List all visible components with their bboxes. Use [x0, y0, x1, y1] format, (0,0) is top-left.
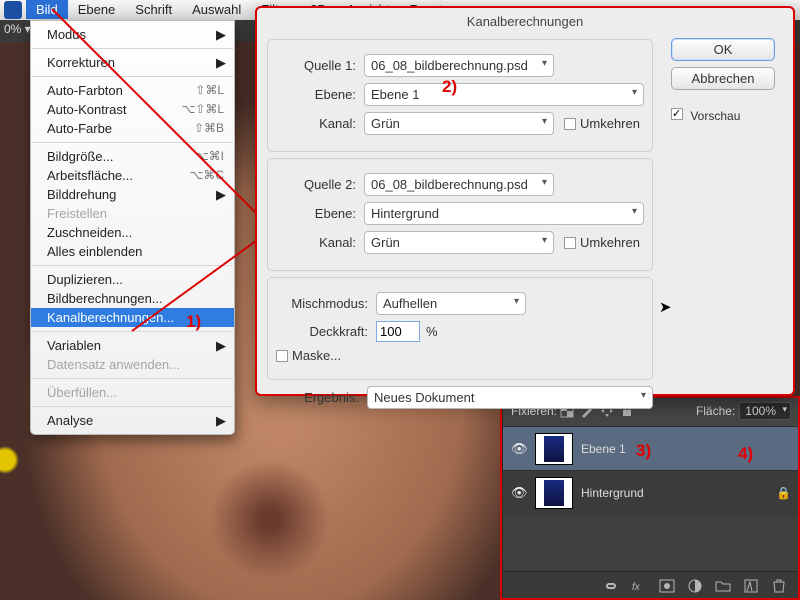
menu-item[interactable]: Bilddrehung▶ — [31, 185, 234, 204]
menu-auswahl[interactable]: Auswahl — [182, 0, 251, 19]
source2-file-select[interactable]: 06_08_bildberechnung.psd — [364, 173, 554, 196]
menu-item: Überfüllen... — [31, 383, 234, 402]
app-icon — [4, 1, 22, 19]
bild-dropdown: Modus▶Korrekturen▶Auto-Farbton⇧⌘LAuto-Ko… — [30, 20, 235, 435]
lock-icon: 🔒 — [776, 486, 791, 500]
source1-panel: Quelle 1: 06_08_bildberechnung.psd Ebene… — [267, 39, 653, 152]
visibility-icon[interactable]: 👁 — [511, 441, 527, 457]
source2-layer-label: Ebene: — [276, 206, 356, 221]
mask-icon[interactable] — [658, 577, 676, 595]
cursor-icon: ➤ — [659, 298, 672, 316]
source1-label: Quelle 1: — [276, 58, 356, 73]
mask-label: Maske... — [292, 348, 341, 363]
source2-invert-checkbox[interactable] — [564, 237, 576, 249]
fill-select[interactable]: 100% — [739, 402, 791, 420]
dialog-buttons: OK Abbrechen Vorschau — [663, 38, 783, 123]
result-label: Ergebnis: — [267, 390, 359, 405]
cancel-button[interactable]: Abbrechen — [671, 67, 775, 90]
source1-invert-label: Umkehren — [580, 116, 640, 131]
menu-item: Datensatz anwenden... — [31, 355, 234, 374]
menu-item[interactable]: Arbeitsfläche...⌥⌘C — [31, 166, 234, 185]
blend-mode-select[interactable]: Aufhellen — [376, 292, 526, 315]
source1-file-select[interactable]: 06_08_bildberechnung.psd — [364, 54, 554, 77]
source1-layer-label: Ebene: — [276, 87, 356, 102]
source1-invert-checkbox[interactable] — [564, 118, 576, 130]
menu-item[interactable]: Kanalberechnungen... — [31, 308, 234, 327]
calculations-dialog: Kanalberechnungen Quelle 1: 06_08_bildbe… — [255, 6, 795, 396]
layers-panel: Fixieren: Fläche: 100% 👁 Ebene 1 👁 Hinte… — [502, 396, 800, 600]
opacity-label: Deckkraft: — [276, 324, 368, 339]
preview-label: Vorschau — [690, 109, 740, 123]
mask-checkbox[interactable] — [276, 350, 288, 362]
source2-layer-select[interactable]: Hintergrund — [364, 202, 644, 225]
svg-text:fx: fx — [632, 582, 641, 593]
source2-invert-label: Umkehren — [580, 235, 640, 250]
source1-channel-select[interactable]: Grün — [364, 112, 554, 135]
opacity-input[interactable] — [376, 321, 420, 342]
new-layer-icon[interactable] — [742, 577, 760, 595]
result-select[interactable]: Neues Dokument — [367, 386, 653, 409]
blend-label: Mischmodus: — [276, 296, 368, 311]
zoom-percent[interactable]: 0% ▾ — [4, 22, 31, 36]
menu-item[interactable]: Zuschneiden... — [31, 223, 234, 242]
layer-name[interactable]: Hintergrund — [581, 486, 776, 500]
source2-label: Quelle 2: — [276, 177, 356, 192]
annotation-3: 3) — [636, 442, 651, 459]
adjustment-icon[interactable] — [686, 577, 704, 595]
menu-item[interactable]: Variablen▶ — [31, 336, 234, 355]
source2-channel-label: Kanal: — [276, 235, 356, 250]
blend-panel: Mischmodus: Aufhellen Deckkraft: % Maske… — [267, 277, 653, 380]
annotation-2: 2) — [442, 78, 457, 95]
source1-layer-select[interactable]: Ebene 1 — [364, 83, 644, 106]
fill-label: Fläche: — [696, 404, 735, 418]
menu-item[interactable]: Bildgröße...⌥⌘I — [31, 147, 234, 166]
link-icon[interactable] — [602, 577, 620, 595]
preview-checkbox[interactable] — [671, 108, 683, 120]
menu-ebene[interactable]: Ebene — [68, 0, 126, 19]
menu-item[interactable]: Korrekturen▶ — [31, 53, 234, 72]
menu-item[interactable]: Analyse▶ — [31, 411, 234, 430]
layer-name[interactable]: Ebene 1 — [581, 442, 791, 456]
group-icon[interactable] — [714, 577, 732, 595]
ok-button[interactable]: OK — [671, 38, 775, 61]
visibility-icon[interactable]: 👁 — [511, 485, 527, 501]
menu-schrift[interactable]: Schrift — [125, 0, 182, 19]
menu-item[interactable]: Bildberechnungen... — [31, 289, 234, 308]
menu-item[interactable]: Auto-Kontrast⌥⇧⌘L — [31, 100, 234, 119]
layers-bottom-bar: fx — [503, 571, 799, 599]
trash-icon[interactable] — [770, 577, 788, 595]
menu-item[interactable]: Modus▶ — [31, 25, 234, 44]
layer-thumbnail — [535, 433, 573, 465]
fx-icon[interactable]: fx — [630, 577, 648, 595]
layer-thumbnail — [535, 477, 573, 509]
menu-item[interactable]: Auto-Farbe⇧⌘B — [31, 119, 234, 138]
layer-row-hintergrund[interactable]: 👁 Hintergrund 🔒 — [503, 470, 799, 514]
percent-label: % — [426, 324, 438, 339]
annotation-4: 4) — [738, 445, 753, 462]
menu-item: Freistellen — [31, 204, 234, 223]
source2-channel-select[interactable]: Grün — [364, 231, 554, 254]
annotation-1: 1) — [186, 313, 201, 330]
source1-channel-label: Kanal: — [276, 116, 356, 131]
source2-panel: Quelle 2: 06_08_bildberechnung.psd Ebene… — [267, 158, 653, 271]
menu-item[interactable]: Alles einblenden — [31, 242, 234, 261]
dialog-title: Kanalberechnungen — [257, 8, 793, 33]
